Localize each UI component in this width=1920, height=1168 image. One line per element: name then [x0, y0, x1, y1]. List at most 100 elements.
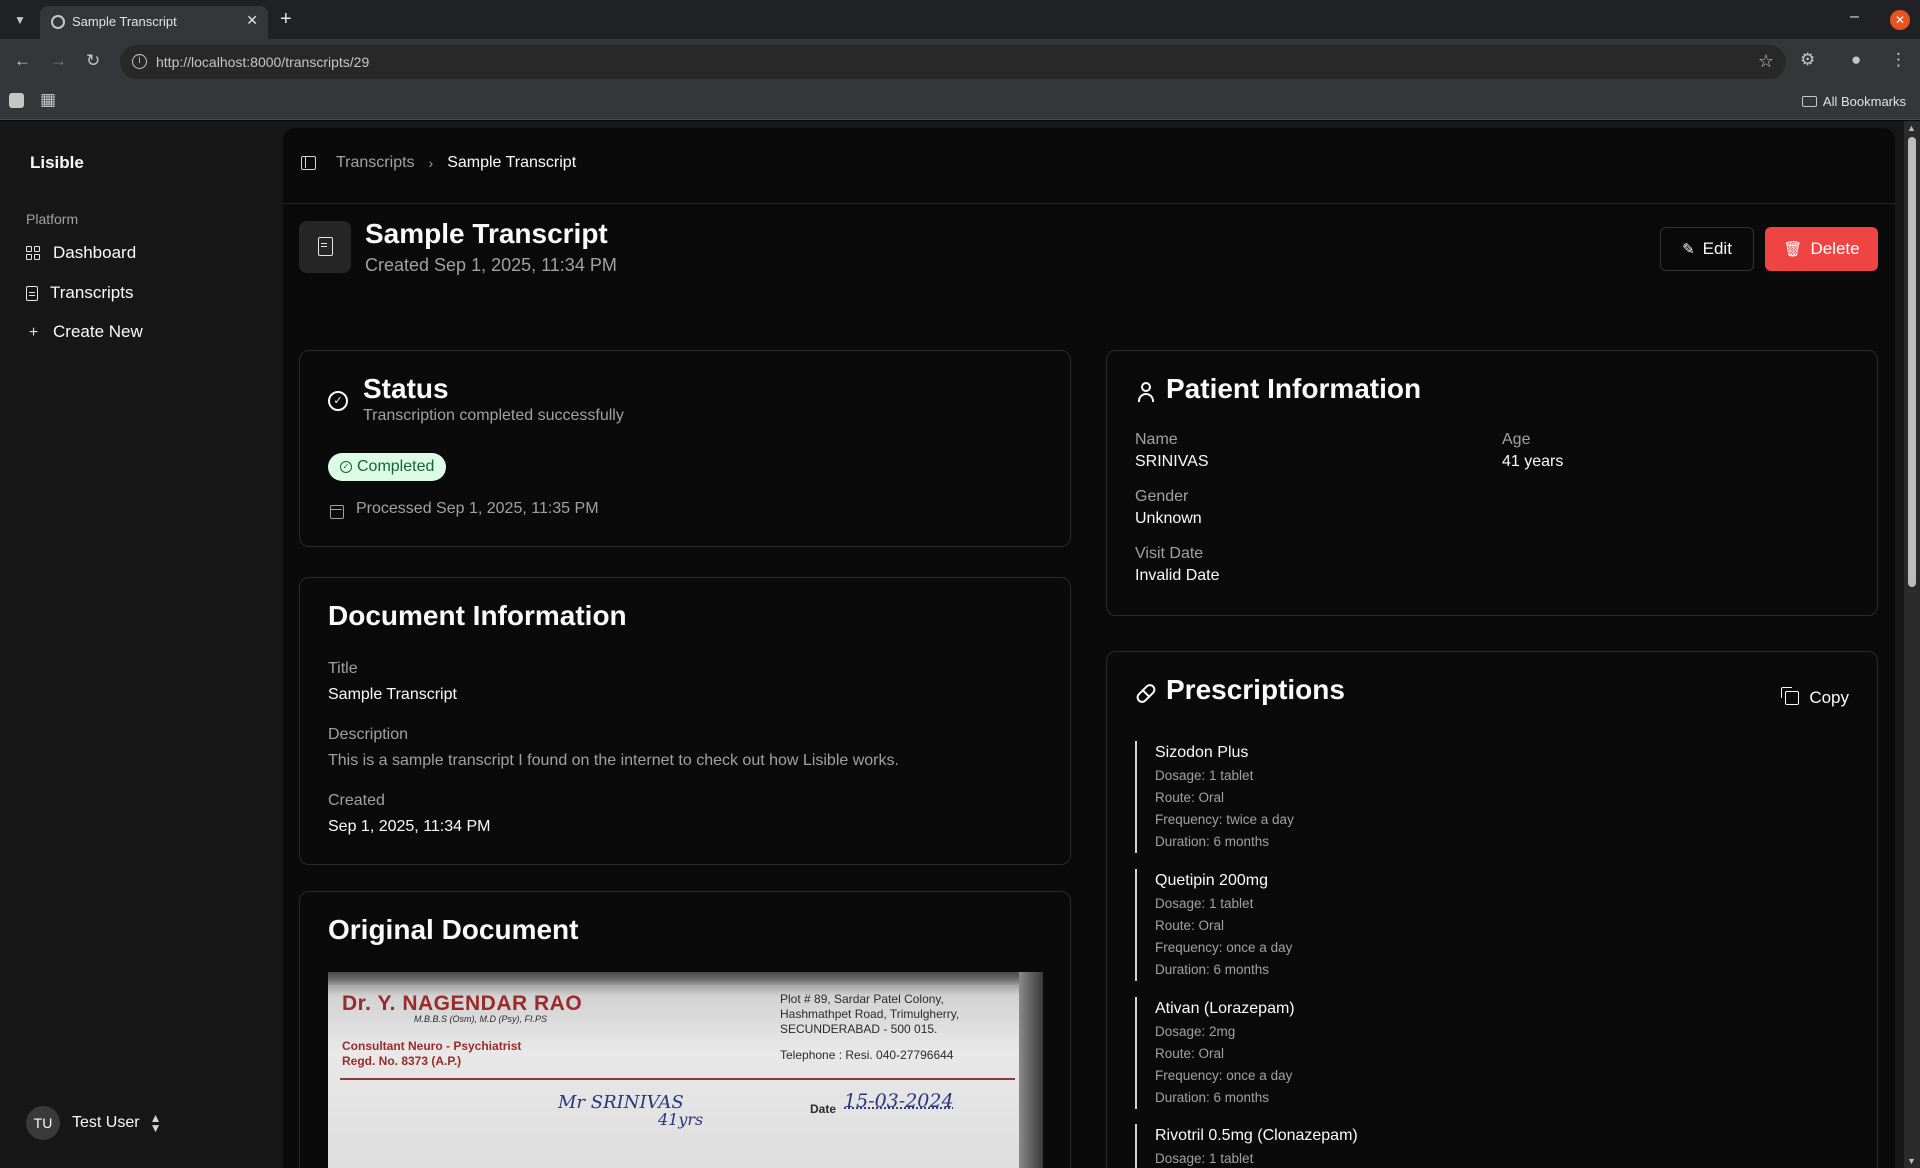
scan-address-1: Plot # 89, Sardar Patel Colony,	[780, 992, 944, 1006]
patient-name-label: Name	[1135, 431, 1178, 448]
sidebar-item-create-new[interactable]: + Create New	[26, 315, 266, 349]
chevrons-up-down-icon: ▲ ▼	[149, 1111, 162, 1135]
original-document-title: Original Document	[328, 914, 579, 945]
prescriptions-title: Prescriptions	[1166, 674, 1345, 705]
calendar-icon	[330, 505, 344, 519]
prescription-dosage: Dosage: 1 tablet	[1155, 1151, 1254, 1166]
prescription-duration: Duration: 6 months	[1155, 834, 1270, 849]
sidebar-group-label: Platform	[26, 211, 79, 227]
copy-label: Copy	[1809, 688, 1849, 707]
original-document-card: Original Document Dr. Y. NAGENDAR RAO M.…	[299, 891, 1071, 1168]
all-bookmarks-button[interactable]: All Bookmarks	[1801, 94, 1906, 109]
scrollbar-thumb[interactable]	[1908, 137, 1916, 587]
scan-address-3: SECUNDERABAD - 500 015.	[780, 1022, 938, 1036]
tab-search-icon[interactable]: ▼	[10, 10, 30, 30]
forward-icon[interactable]: →	[50, 51, 67, 71]
user-menu[interactable]: TU Test User ▲ ▼	[26, 1106, 161, 1140]
back-icon[interactable]: ←	[14, 51, 31, 71]
edit-button[interactable]: ✎ Edit	[1660, 227, 1754, 271]
extensions-icon[interactable]: ⚙	[1800, 50, 1815, 70]
prescription-dosage: Dosage: 1 tablet	[1155, 896, 1254, 911]
scan-date-label: Date	[810, 1102, 837, 1116]
tab-title: Sample Transcript	[72, 14, 177, 29]
scan-age-handwriting: 41yrs	[658, 1110, 704, 1129]
browser-toolbar: ← → ↻ i http://localhost:8000/transcript…	[0, 39, 1920, 85]
doc-title-value: Sample Transcript	[328, 686, 457, 703]
avatar: TU	[26, 1106, 60, 1140]
check-circle-icon: ✓	[340, 461, 352, 473]
status-title: Status	[363, 373, 449, 404]
url-text[interactable]: http://localhost:8000/transcripts/29	[156, 54, 369, 70]
apps-grid-icon[interactable]: ▦	[40, 90, 56, 110]
window-close-icon[interactable]: ✕	[1890, 10, 1910, 30]
patient-age-label: Age	[1502, 431, 1531, 448]
app-launcher-icon[interactable]	[9, 93, 24, 108]
breadcrumb-current: Sample Transcript	[447, 154, 577, 171]
doc-description-label: Description	[328, 726, 409, 743]
tab-strip: ▼ Sample Transcript ✕ + – ✕	[0, 0, 1920, 39]
prescription-name: Quetipin 200mg	[1155, 872, 1268, 889]
patient-info-title: Patient Information	[1166, 373, 1422, 404]
prescription-duration: Duration: 6 months	[1155, 1090, 1270, 1105]
bookmark-star-icon[interactable]: ☆	[1758, 51, 1774, 72]
prescription-dosage: Dosage: 1 tablet	[1155, 768, 1254, 783]
delete-button[interactable]: 🗑 Delete	[1765, 227, 1878, 271]
check-circle-icon: ✓	[328, 391, 348, 411]
patient-age-value: 41 years	[1502, 453, 1564, 470]
chevron-right-icon: ›	[428, 155, 434, 171]
status-badge-label: Completed	[357, 458, 435, 475]
close-tab-icon[interactable]: ✕	[246, 12, 258, 29]
prescription-dosage: Dosage: 2mg	[1155, 1024, 1236, 1039]
prescription-item: Rivotril 0.5mg (Clonazepam) Dosage: 1 ta…	[1135, 1124, 1635, 1168]
brand-name[interactable]: Lisible	[30, 153, 84, 173]
scan-telephone: Telephone : Resi. 040-27796644	[780, 1048, 954, 1062]
sidebar-item-label: Dashboard	[53, 243, 137, 262]
browser-tab[interactable]: Sample Transcript ✕	[40, 6, 268, 39]
sidebar-toggle-icon[interactable]	[301, 156, 316, 170]
scan-doctor-name: Dr. Y. NAGENDAR RAO	[342, 992, 583, 1015]
sidebar-item-label: Transcripts	[50, 283, 134, 302]
main-content: Transcripts › Sample Transcript Sample T…	[283, 128, 1895, 1168]
site-info-icon[interactable]: i	[132, 54, 147, 69]
reload-icon[interactable]: ↻	[86, 51, 100, 71]
doc-title-label: Title	[328, 660, 358, 677]
prescriptions-card: Prescriptions Copy Sizodon Plus Dosage: …	[1106, 651, 1878, 1168]
doc-description-value: This is a sample transcript I found on t…	[328, 752, 899, 769]
header-divider	[283, 203, 1895, 204]
sidebar-item-dashboard[interactable]: Dashboard	[26, 236, 266, 270]
prescription-item: Sizodon Plus Dosage: 1 tablet Route: Ora…	[1135, 741, 1635, 853]
patient-name-value: SRINIVAS	[1135, 453, 1209, 470]
page: Lisible Platform Dashboard Transcripts +…	[0, 121, 1904, 1168]
scroll-down-icon[interactable]: ▼	[1907, 1156, 1916, 1166]
breadcrumb: Transcripts › Sample Transcript	[301, 154, 576, 172]
edit-icon: ✎	[1682, 241, 1695, 258]
scroll-up-icon[interactable]: ▲	[1907, 123, 1916, 133]
patient-visit-label: Visit Date	[1135, 545, 1204, 562]
new-tab-icon[interactable]: +	[280, 8, 292, 31]
scan-specialty: Consultant Neuro - Psychiatrist	[342, 1039, 522, 1053]
processed-time: Processed Sep 1, 2025, 11:35 PM	[356, 500, 599, 517]
trash-icon: 🗑	[1783, 241, 1803, 258]
status-badge: ✓ Completed	[328, 453, 447, 481]
address-bar[interactable]: i http://localhost:8000/transcripts/29 ☆	[120, 45, 1786, 79]
document-scan-image[interactable]: Dr. Y. NAGENDAR RAO M.B.B.S (Osm), M.D (…	[328, 972, 1043, 1168]
sidebar-item-transcripts[interactable]: Transcripts	[26, 276, 266, 310]
document-icon	[318, 237, 333, 256]
scan-date-handwriting: 15-03-2024	[844, 1090, 954, 1112]
menu-icon[interactable]: ⋮	[1890, 50, 1907, 70]
sidebar: Lisible Platform Dashboard Transcripts +…	[0, 121, 282, 1168]
minimize-icon[interactable]: –	[1850, 8, 1859, 26]
copy-icon	[1781, 687, 1800, 705]
doc-created-label: Created	[328, 792, 385, 809]
prescription-name: Rivotril 0.5mg (Clonazepam)	[1155, 1127, 1358, 1144]
breadcrumb-link-transcripts[interactable]: Transcripts	[336, 154, 415, 172]
browser-window: ▼ Sample Transcript ✕ + – ✕ ← → ↻ i http…	[0, 0, 1920, 1168]
status-description: Transcription completed successfully	[363, 407, 624, 424]
copy-button[interactable]: Copy	[1781, 687, 1849, 708]
profile-icon[interactable]: ●	[1851, 50, 1861, 70]
page-scrollbar[interactable]: ▲ ▼	[1904, 121, 1920, 1168]
prescription-frequency: Frequency: twice a day	[1155, 812, 1294, 827]
prescription-name: Ativan (Lorazepam)	[1155, 1000, 1295, 1017]
scan-shadow	[328, 972, 1043, 986]
delete-label: Delete	[1810, 239, 1860, 258]
